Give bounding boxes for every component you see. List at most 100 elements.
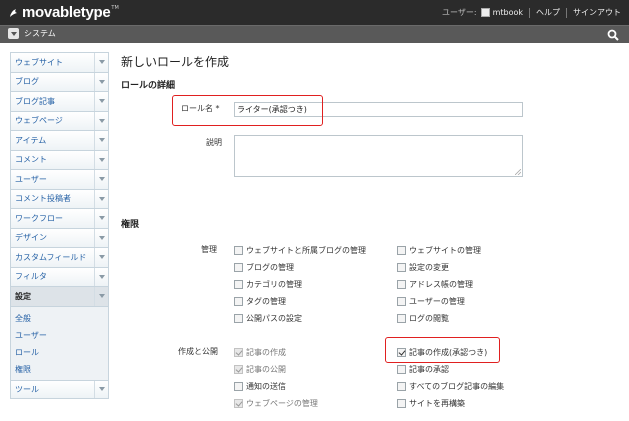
sidebar-menu: ウェブサイト ブログ ブログ記事 ウェブページ アイテム コメント ユーザー コ… [10, 52, 109, 399]
movabletype-logo[interactable]: movabletype TM [8, 4, 119, 21]
sidebar-item-settings[interactable]: 設定 [10, 286, 109, 306]
perm-publish-paths[interactable]: 公開パスの設定 [234, 312, 302, 324]
perm-send-notifications[interactable]: 通知の送信 [234, 380, 286, 392]
perm-label: ウェブサイトと所属ブログの管理 [246, 245, 366, 255]
chevron-down-icon[interactable] [94, 287, 108, 306]
chevron-down-icon[interactable] [94, 131, 108, 150]
sidebar-item-commenters[interactable]: コメント投稿者 [10, 188, 109, 208]
logo-text: movabletype [22, 4, 111, 21]
description-textarea[interactable] [234, 135, 523, 177]
sidebar-item-label: ウェブページ [15, 116, 63, 126]
perm-label: ログの閲覧 [409, 313, 449, 323]
checkbox[interactable] [397, 296, 406, 306]
submenu-item-general[interactable]: 全般 [11, 310, 108, 327]
sidebar-item-design[interactable]: デザイン [10, 227, 109, 247]
sidebar-item-workflow[interactable]: ワークフロー [10, 208, 109, 228]
perm-manage-pages[interactable]: ウェブページの管理 [234, 397, 318, 409]
page-title: 新しいロールを作成 [121, 55, 230, 69]
scope-bar: システム [0, 25, 629, 43]
chevron-down-icon[interactable] [94, 248, 108, 267]
checkbox[interactable] [234, 279, 243, 289]
top-header: movabletype TM ユーザー: mtbook ヘルプ サインアウト [0, 0, 629, 25]
search-icon[interactable] [607, 29, 619, 41]
chevron-down-icon[interactable] [94, 267, 108, 286]
permissions-section-title: 権限 [121, 220, 140, 230]
settings-submenu: 全般 ユーザー ロール 権限 [10, 305, 109, 380]
checkbox[interactable] [397, 381, 406, 391]
sidebar-item-filters[interactable]: フィルタ [10, 266, 109, 286]
scope-selector[interactable]: システム [8, 28, 56, 39]
sidebar-item-custom-fields[interactable]: カスタムフィールド [10, 247, 109, 267]
perm-view-log[interactable]: ログの閲覧 [397, 312, 449, 324]
submenu-item-permissions[interactable]: 権限 [11, 361, 108, 378]
chevron-down-icon[interactable] [8, 28, 19, 39]
checkbox[interactable] [234, 364, 243, 374]
perm-create-post[interactable]: 記事の作成 [234, 346, 286, 358]
perm-manage-website[interactable]: ウェブサイトの管理 [397, 244, 481, 256]
sidebar-item-blog[interactable]: ブログ [10, 71, 109, 91]
perm-label: サイトを再構築 [409, 398, 465, 408]
sidebar-item-entries[interactable]: ブログ記事 [10, 91, 109, 111]
sidebar-item-comments[interactable]: コメント [10, 149, 109, 169]
sidebar-item-label: ブログ記事 [15, 96, 55, 106]
perm-manage-address-book[interactable]: アドレス帳の管理 [397, 278, 473, 290]
chevron-down-icon[interactable] [94, 53, 108, 72]
sidebar-item-label: ブログ [15, 77, 39, 87]
resize-handle-icon[interactable] [515, 169, 521, 175]
sidebar-item-tools[interactable]: ツール [10, 379, 109, 399]
chevron-down-icon[interactable] [94, 150, 108, 169]
sidebar-item-label: カスタムフィールド [15, 252, 87, 262]
chevron-down-icon[interactable] [94, 72, 108, 91]
perm-edit-all-posts[interactable]: すべてのブログ記事の編集 [397, 380, 504, 392]
chevron-down-icon[interactable] [94, 170, 108, 189]
checkbox[interactable] [234, 313, 243, 323]
perm-manage-categories[interactable]: カテゴリの管理 [234, 278, 302, 290]
checkbox[interactable] [397, 245, 406, 255]
perm-label: 記事の公開 [246, 364, 286, 374]
sidebar-item-assets[interactable]: アイテム [10, 130, 109, 150]
checkbox[interactable] [397, 364, 406, 374]
perm-label: タグの管理 [246, 296, 286, 306]
sidebar-item-website[interactable]: ウェブサイト [10, 52, 109, 72]
checkbox[interactable] [234, 398, 243, 408]
perm-manage-users[interactable]: ユーザーの管理 [397, 295, 465, 307]
chevron-down-icon[interactable] [94, 92, 108, 111]
checkbox[interactable] [397, 262, 406, 272]
perm-manage-blog[interactable]: ブログの管理 [234, 261, 294, 273]
submenu-item-users[interactable]: ユーザー [11, 327, 108, 344]
username-link[interactable]: mtbook [493, 8, 523, 17]
perm-label: 公開パスの設定 [246, 313, 302, 323]
checkbox[interactable] [234, 296, 243, 306]
submenu-item-roles[interactable]: ロール [11, 344, 108, 361]
sidebar-item-label: ユーザー [15, 174, 47, 184]
perm-manage-tags[interactable]: タグの管理 [234, 295, 286, 307]
user-nav: ユーザー: mtbook ヘルプ サインアウト [442, 0, 621, 25]
perm-rebuild-site[interactable]: サイトを再構築 [397, 397, 465, 409]
checkbox[interactable] [397, 398, 406, 408]
checkbox[interactable] [234, 381, 243, 391]
perm-manage-website-blogs[interactable]: ウェブサイトと所属ブログの管理 [234, 244, 366, 256]
help-link[interactable]: ヘルプ [536, 7, 560, 18]
signout-link[interactable]: サインアウト [573, 7, 621, 18]
checkbox[interactable] [234, 245, 243, 255]
create-publish-group-label: 作成と公開 [178, 347, 218, 356]
perm-change-settings[interactable]: 設定の変更 [397, 261, 449, 273]
perm-label: ウェブサイトの管理 [409, 245, 481, 255]
chevron-down-icon[interactable] [94, 228, 108, 247]
chevron-down-icon[interactable] [94, 189, 108, 208]
chevron-down-icon[interactable] [94, 111, 108, 130]
sidebar-item-users[interactable]: ユーザー [10, 169, 109, 189]
description-label: 説明 [206, 138, 222, 147]
sidebar-item-label: ウェブサイト [15, 57, 63, 67]
checkbox[interactable] [397, 313, 406, 323]
scope-label: システム [24, 29, 56, 38]
perm-approve-post[interactable]: 記事の承認 [397, 363, 449, 375]
chevron-down-icon[interactable] [94, 380, 108, 398]
checkbox[interactable] [397, 279, 406, 289]
perm-label: すべてのブログ記事の編集 [409, 381, 505, 391]
checkbox[interactable] [234, 347, 243, 357]
chevron-down-icon[interactable] [94, 209, 108, 228]
sidebar-item-pages[interactable]: ウェブページ [10, 110, 109, 130]
perm-publish-post[interactable]: 記事の公開 [234, 363, 286, 375]
checkbox[interactable] [234, 262, 243, 272]
